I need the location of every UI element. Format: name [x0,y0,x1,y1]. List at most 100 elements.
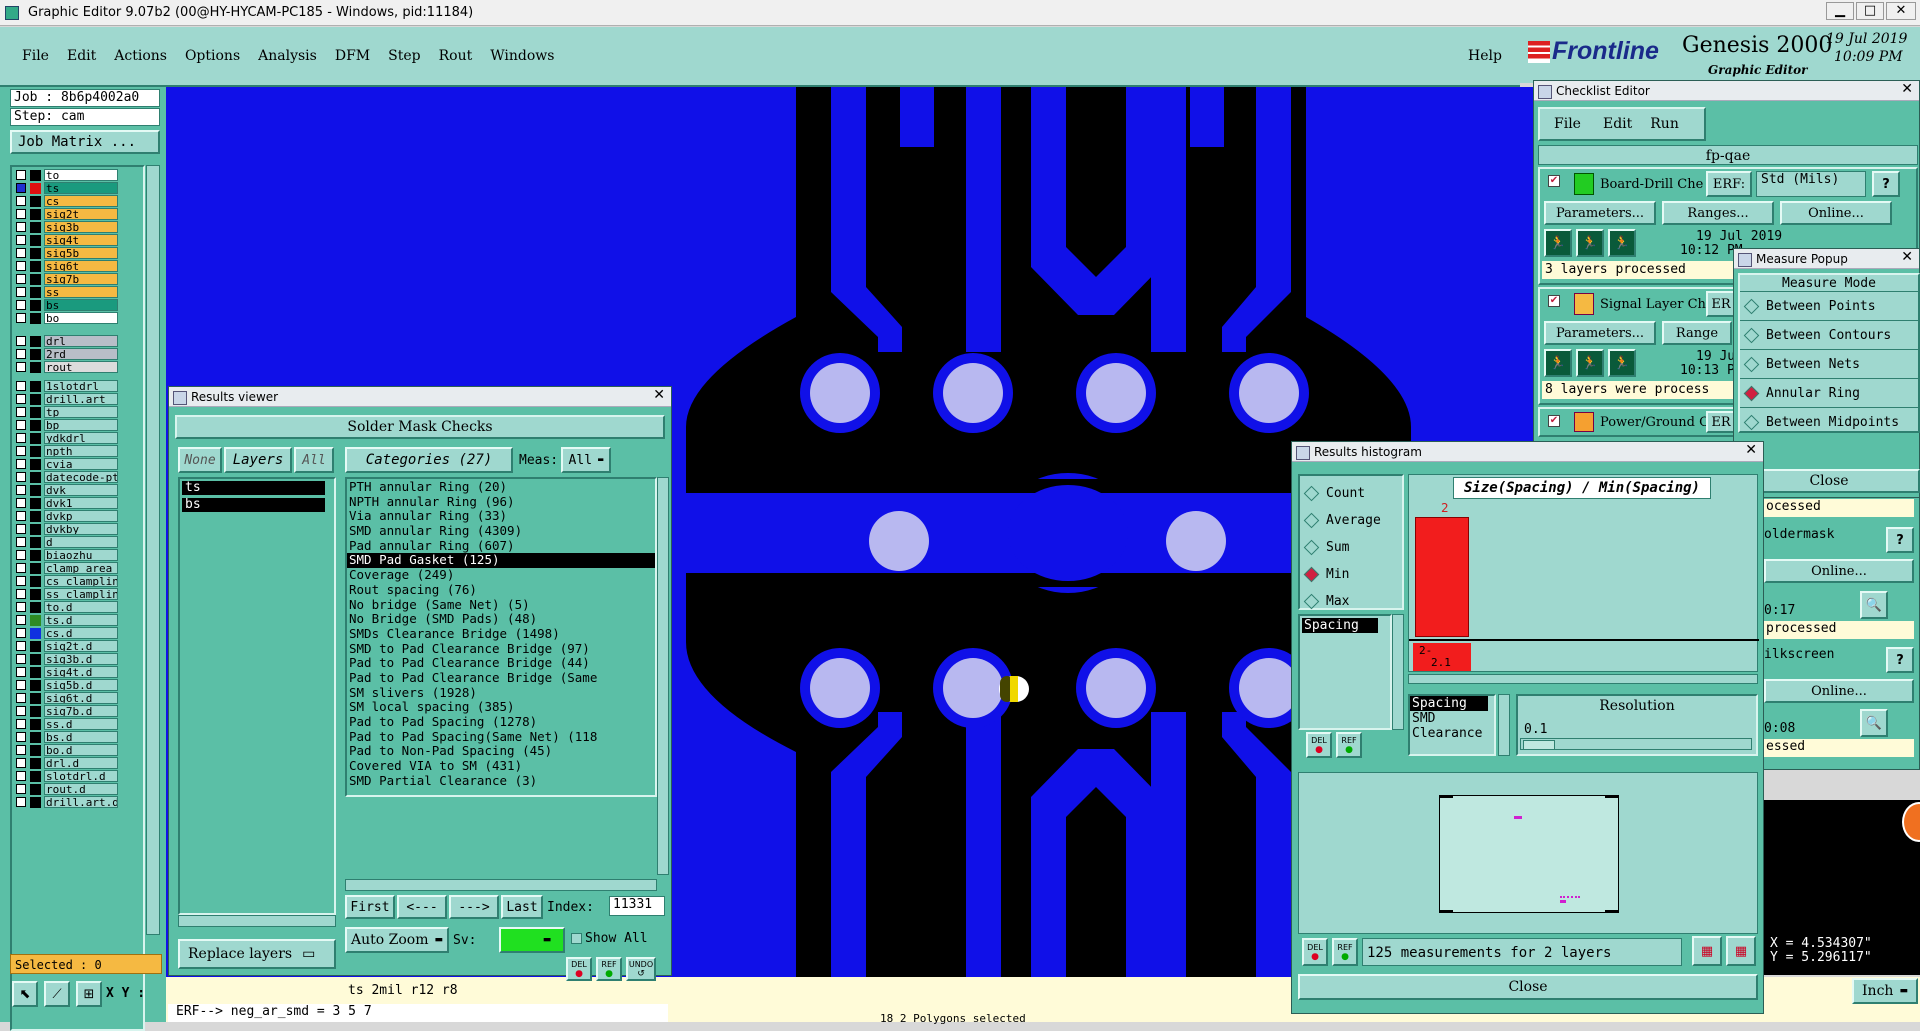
measure-close-button[interactable]: Close [1738,469,1920,493]
index-input[interactable]: 11331 [609,896,665,916]
layer-row[interactable]: ydkdrl [14,432,142,445]
layer-checkbox[interactable] [16,459,26,469]
layers-button[interactable]: Layers [224,447,292,473]
category-item[interactable]: Pad to Pad Spacing(Same Net) (118 [347,730,655,745]
layer-row[interactable]: sig7b [14,273,142,286]
units-select[interactable]: Inch ▬ [1852,978,1918,1004]
layer-color-swatch[interactable] [30,524,41,535]
layer-checkbox[interactable] [16,313,26,323]
zoom-icon[interactable]: 🔍 [1860,591,1888,619]
aggregate-option[interactable]: Sum [1300,534,1402,561]
check1-parameters-button[interactable]: Parameters... [1544,201,1656,225]
close-icon[interactable]: ✕ [1901,81,1913,97]
histogram-hscroll[interactable] [1408,674,1758,684]
layer-name[interactable]: sig7b [44,273,118,285]
layer-name[interactable]: dvkp [44,510,118,522]
run-icon[interactable]: 🏃 [1544,349,1572,377]
layer-name[interactable]: 2rd [44,348,118,360]
layer-color-swatch[interactable] [30,196,41,207]
check5-online-button[interactable]: Online... [1764,559,1914,583]
field-spacing[interactable]: Spacing [1302,618,1378,633]
category-item[interactable]: PTH annular Ring (20) [347,480,655,495]
layer-checkbox[interactable] [16,362,26,372]
aggregate-option[interactable]: Min [1300,561,1402,588]
measure-mode-option[interactable]: Annular Ring [1740,378,1918,407]
check-signal-layer-checkbox[interactable]: ✔ [1548,295,1560,307]
layer-row[interactable]: rout [14,361,142,374]
last-button[interactable]: Last [501,895,543,919]
layer-name[interactable]: npth [44,445,118,457]
layer-checkbox[interactable] [16,394,26,404]
layer-name[interactable]: ts.d [44,614,118,626]
layer-checkbox[interactable] [16,248,26,258]
layer-row[interactable]: tp [14,406,142,419]
layer-name[interactable]: bs [44,299,118,311]
layer-color-swatch[interactable] [30,300,41,311]
help-icon[interactable]: ? [1886,647,1914,673]
category-item[interactable]: SMDs Clearance Bridge (1498) [347,627,655,642]
tool-select-icon[interactable]: ⬉ [12,981,38,1007]
histogram-chart-icon[interactable]: ▦ [1726,936,1756,966]
first-button[interactable]: First [345,895,395,919]
layer-checkbox[interactable] [16,784,26,794]
layer-name[interactable]: dvkby [44,523,118,535]
measure-mode-option[interactable]: Between Contours [1740,320,1918,349]
layer-row[interactable]: ss [14,286,142,299]
measure-mode-option[interactable]: Between Nets [1740,349,1918,378]
layer-checkbox[interactable] [16,706,26,716]
layer-name[interactable]: sig2t.d [44,640,118,652]
layer-color-swatch[interactable] [30,563,41,574]
layer-row[interactable]: sig3b.d [14,653,142,666]
layer-color-swatch[interactable] [30,261,41,272]
histogram-bar[interactable] [1415,517,1469,637]
layer-name[interactable]: dvk [44,484,118,496]
layer-row[interactable]: drl.d [14,757,142,770]
next-button[interactable]: ---> [449,895,499,919]
layer-color-swatch[interactable] [30,498,41,509]
categories-button[interactable]: Categories (27) [345,447,513,473]
layer-color-swatch[interactable] [30,537,41,548]
result-layer-ts[interactable]: ts [182,481,325,495]
layer-row[interactable]: rout.d [14,783,142,796]
layer-row[interactable]: dvkby [14,523,142,536]
category-item[interactable]: No Bridge (SMD Pads) (48) [347,612,655,627]
layer-checkbox[interactable] [16,183,26,193]
layer-name[interactable]: sig2t [44,208,118,220]
layer-color-swatch[interactable] [30,758,41,769]
category-item[interactable]: Covered VIA to SM (431) [347,759,655,774]
layer-row[interactable]: cs [14,195,142,208]
layer-checkbox[interactable] [16,336,26,346]
layer-row[interactable]: dvk [14,484,142,497]
hist-del-button[interactable]: DEL ● [1306,732,1332,758]
histogram-field-list[interactable]: Spacing [1298,614,1392,730]
resolution-slider[interactable] [1520,738,1752,750]
layer-name[interactable]: to.d [44,601,118,613]
layer-checkbox[interactable] [16,797,26,807]
layer-color-swatch[interactable] [30,693,41,704]
layer-color-swatch[interactable] [30,446,41,457]
layer-name[interactable]: ss_clampline [44,588,118,600]
layer-color-swatch[interactable] [30,706,41,717]
layer-checkbox[interactable] [16,170,26,180]
category-item[interactable]: NPTH annular Ring (96) [347,495,655,510]
check1-online-button[interactable]: Online... [1780,201,1892,225]
layer-row[interactable]: sig2t.d [14,640,142,653]
layer-color-swatch[interactable] [30,745,41,756]
layer-color-swatch[interactable] [30,420,41,431]
layer-row[interactable]: 2rd [14,348,142,361]
layer-color-swatch[interactable] [30,248,41,259]
layer-color-swatch[interactable] [30,349,41,360]
type-list[interactable]: Spacing SMD Clearance [1408,694,1496,756]
layer-color-swatch[interactable] [30,222,41,233]
layer-checkbox[interactable] [16,287,26,297]
prev-button[interactable]: <--- [397,895,447,919]
result-layer-hscroll[interactable] [178,915,336,927]
layer-row[interactable]: bs [14,299,142,312]
layer-checkbox[interactable] [16,693,26,703]
layer-row[interactable]: cvia [14,458,142,471]
auto-zoom-select[interactable]: Auto Zoom ▬ [345,927,449,953]
tool-grid-icon[interactable]: ⊞ [76,981,102,1007]
layer-name[interactable]: cs [44,195,118,207]
result-layer-list[interactable]: ts bs [178,477,336,915]
category-hscroll[interactable] [345,879,657,891]
